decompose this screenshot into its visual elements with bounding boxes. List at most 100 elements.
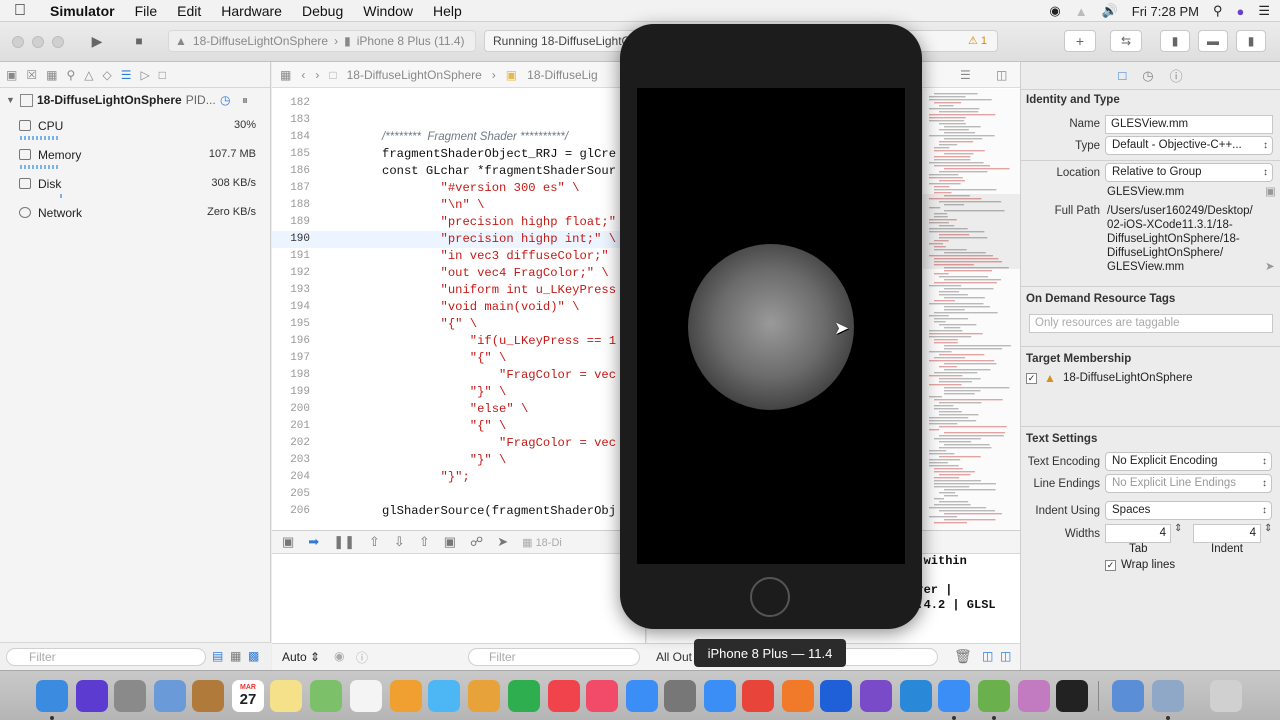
gauge-network[interactable]: Network Zero KB/s <box>0 199 270 228</box>
app-store-icon[interactable] <box>626 680 658 712</box>
notes-icon[interactable] <box>270 680 302 712</box>
menu-help[interactable]: Help <box>423 3 472 19</box>
menu-clock[interactable]: Fri 7:28 PM <box>1132 4 1199 19</box>
line-number[interactable]: 193 <box>272 282 310 299</box>
line-number[interactable]: 198 <box>272 367 310 384</box>
breadcrumb-project[interactable]: 18-DiffuseLightOnSphere <box>347 68 482 82</box>
finder-icon[interactable] <box>36 680 68 712</box>
simulator-icon[interactable] <box>1112 680 1144 712</box>
location-icon[interactable]: ➤ <box>497 534 508 550</box>
process-row[interactable]: ▼ 18-DiffuseLightOnSphere PID... ◷ ⏸ <box>0 88 270 112</box>
volume-icon[interactable]: 🔊 <box>1102 3 1118 19</box>
messages-icon[interactable] <box>428 680 460 712</box>
terminal-icon[interactable] <box>1056 680 1088 712</box>
chrome-icon[interactable] <box>742 680 774 712</box>
xcode-icon[interactable] <box>938 680 970 712</box>
run-button[interactable]: ▶ <box>82 30 112 52</box>
reveal-arrow-icon[interactable]: ➤ <box>1265 259 1275 273</box>
related-items-icon[interactable]: ▦ <box>280 68 291 82</box>
trash-icon[interactable]: 🗑 <box>954 648 972 665</box>
line-number[interactable]: 192 <box>272 265 310 282</box>
trash-icon[interactable] <box>1210 680 1242 712</box>
photos-icon[interactable] <box>390 680 422 712</box>
navigator-filter-input[interactable]: Filter <box>6 648 206 666</box>
creative-cloud-icon[interactable]: ◉ <box>1049 3 1060 19</box>
reminders-icon[interactable] <box>350 680 382 712</box>
split-view-icon[interactable]: ◫ <box>1000 649 1011 663</box>
line-number[interactable]: 197 <box>272 350 310 367</box>
maps-icon[interactable] <box>310 680 342 712</box>
line-number[interactable]: 186 <box>272 163 310 180</box>
warning-count[interactable]: ⚠ 1 <box>968 34 987 47</box>
window-close-button[interactable] <box>12 36 24 48</box>
siri-icon[interactable] <box>76 680 108 712</box>
variables-filter-input[interactable]: Filter <box>468 648 640 666</box>
filter-option-icon[interactable]: ▩ <box>248 649 259 663</box>
line-number[interactable]: 199 <box>272 384 310 401</box>
file-inspector-icon[interactable]: □ <box>1118 68 1126 83</box>
process-pause-icon[interactable]: ⏸ <box>242 93 248 108</box>
hide-debug-area-icon[interactable]: ▣ <box>282 534 294 550</box>
wifi-icon[interactable]: ▲ <box>1075 4 1088 19</box>
android-studio-icon[interactable] <box>978 680 1010 712</box>
process-gauge-icon[interactable]: ◷ <box>220 93 230 107</box>
report-icon[interactable]: □ <box>159 68 166 82</box>
editor-options-icon[interactable]: ☰ <box>960 68 971 82</box>
menu-hardware[interactable]: Hardware <box>211 3 292 19</box>
line-number[interactable]: 189 <box>272 214 310 231</box>
preview-icon[interactable] <box>154 680 186 712</box>
back-button[interactable]: ‹ <box>301 68 305 82</box>
system-preferences-icon[interactable] <box>664 680 696 712</box>
toggle-inspector-button[interactable]: ▮ <box>1236 30 1266 52</box>
line-number[interactable]: 202 <box>272 435 310 452</box>
type-popup[interactable]: Default - Objective-C++... <box>1105 136 1273 155</box>
line-number[interactable]: 187 <box>272 180 310 197</box>
line-number[interactable]: 206 <box>272 503 310 520</box>
target-checkbox[interactable]: ✓ <box>1026 373 1037 384</box>
music-icon[interactable] <box>586 680 618 712</box>
line-number[interactable]: 185 <box>272 146 310 163</box>
console-output-popup[interactable]: All Out <box>656 650 692 664</box>
line-number[interactable]: 204 <box>272 469 310 486</box>
location-popup[interactable]: Relative to Group <box>1105 163 1273 182</box>
library-plus-button[interactable]: + <box>1064 30 1096 52</box>
source-control-icon[interactable]: ☒ <box>26 68 37 82</box>
spotlight-search-icon[interactable]: ⚲ <box>1213 3 1223 19</box>
gauge-disk[interactable]: Disk 308 KB/s <box>0 170 270 199</box>
forward-button[interactable]: › <box>315 68 319 82</box>
pause-icon[interactable]: ❚❚ <box>333 534 355 550</box>
folder-icon[interactable]: ▣ <box>6 68 17 82</box>
gauge-cpu[interactable]: CPU 30% <box>0 112 270 141</box>
line-number[interactable]: 184 <box>272 129 310 146</box>
info-icon[interactable]: ⓘ <box>356 649 368 666</box>
eye-icon[interactable]: ◉ <box>334 649 344 663</box>
add-editor-icon[interactable]: ◫ <box>996 68 1007 82</box>
console-filter-input[interactable] <box>832 648 938 666</box>
safari-icon[interactable] <box>704 680 736 712</box>
memory-graph-icon[interactable]: ☍ <box>470 534 483 550</box>
line-number[interactable]: 188 <box>272 197 310 214</box>
menu-edit[interactable]: Edit <box>167 3 211 19</box>
indent-width-field[interactable]: 4 <box>1193 524 1261 543</box>
menu-window[interactable]: Window <box>353 3 423 19</box>
line-number[interactable]: 182 <box>272 95 310 112</box>
test-icon[interactable]: ◇ <box>102 68 111 82</box>
dropbox-icon[interactable] <box>820 680 852 712</box>
tab-width-stepper[interactable]: ⇕ <box>1174 523 1182 534</box>
line-number[interactable]: 190 <box>272 231 310 248</box>
line-number[interactable]: 194 <box>272 299 310 316</box>
news-icon[interactable] <box>548 680 580 712</box>
image-capture-icon[interactable] <box>1152 680 1184 712</box>
scheme-selector[interactable]: ▲ 18-DiffuseLightOnSphere › ▮ iPhone 8 P… <box>168 30 476 52</box>
line-number[interactable]: 183 <box>272 112 310 129</box>
filter-option-icon[interactable]: ▤ <box>212 649 223 663</box>
filter-option-icon[interactable]: ▦ <box>230 649 241 663</box>
code-review-button[interactable]: ⇆ <box>1110 30 1142 52</box>
frame-label[interactable]: ▦ 18-Di <box>522 536 562 549</box>
symbol-icon[interactable]: ▦ <box>46 68 57 82</box>
tab-width-field[interactable]: 4 <box>1105 524 1171 543</box>
encoding-popup[interactable]: No Explicit Encoding <box>1105 452 1272 471</box>
toggle-debug-area-button[interactable]: ▬ <box>1198 30 1228 52</box>
line-number[interactable]: 201 <box>272 418 310 435</box>
history-icon[interactable]: ◷ <box>1142 68 1153 84</box>
